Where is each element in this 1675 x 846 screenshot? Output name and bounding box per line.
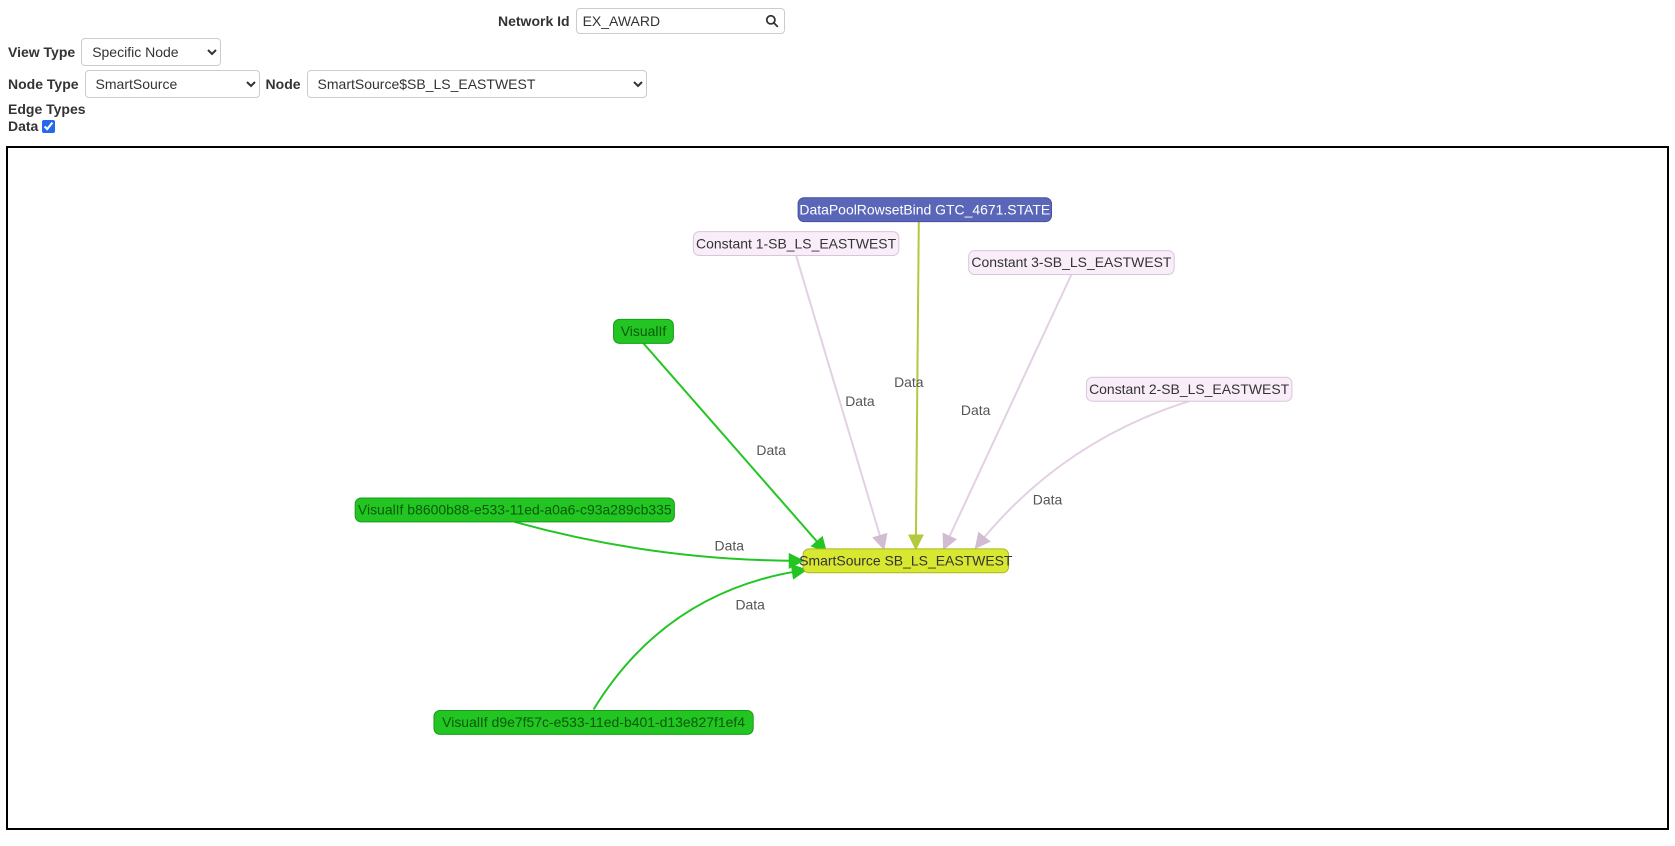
edge-types-label: Edge Types (8, 102, 1667, 117)
data-checkbox[interactable] (42, 120, 55, 133)
graph-edge (515, 522, 803, 561)
graph-node-const3[interactable]: Constant 3-SB_LS_EASTWEST (969, 251, 1175, 275)
edge-types-row: Edge Types Data (8, 102, 1667, 136)
node-label: Node (266, 76, 301, 92)
node-select[interactable]: SmartSource$SB_LS_EASTWEST (307, 70, 647, 98)
graph-edge (594, 570, 806, 710)
graph-svg: Data Data Data Data Data Data Data DataPoolRow… (8, 148, 1667, 828)
graph-node-const2[interactable]: Constant 2-SB_LS_EASTWEST (1086, 378, 1292, 402)
edge-label: Data (1033, 492, 1063, 508)
data-checkbox-label: Data (8, 119, 38, 134)
graph-node-visualif1[interactable]: VisualIf b8600b88-e533-11ed-a0a6-c93a289… (355, 498, 674, 522)
node-row: Node Type SmartSource Node SmartSource$S… (8, 70, 1667, 98)
node-type-select[interactable]: SmartSource (85, 70, 260, 98)
view-type-label: View Type (8, 44, 75, 60)
network-row: Network Id (8, 8, 1667, 34)
graph-node-visualif2[interactable]: VisualIf d9e7f57c-e533-11ed-b401-d13e827… (434, 711, 753, 735)
edge-label: Data (961, 402, 991, 418)
graph-node-visualif[interactable]: VisualIf (614, 320, 674, 344)
network-id-group (576, 8, 785, 34)
node-type-label: Node Type (8, 76, 79, 92)
edge-label: Data (735, 597, 765, 613)
edge-label: Data (894, 374, 924, 390)
graph-node-const1[interactable]: Constant 1-SB_LS_EASTWEST (693, 232, 899, 256)
network-id-label: Network Id (498, 13, 570, 29)
edge-label: Data (756, 442, 786, 458)
graph-edge (976, 402, 1189, 549)
view-type-select[interactable]: Specific Node (81, 38, 221, 66)
edge-label: Data (715, 538, 745, 554)
graph-canvas[interactable]: Data Data Data Data Data Data Data DataPoolRow… (6, 146, 1669, 830)
viewtype-row: View Type Specific Node (8, 38, 1667, 66)
network-id-input[interactable] (576, 8, 785, 34)
edge-label: Data (845, 393, 875, 409)
controls-panel: Network Id View Type Specific Node Node … (0, 0, 1675, 140)
graph-node-datapool[interactable]: DataPoolRowsetBind GTC_4671.STATE (798, 198, 1051, 222)
graph-node-smartsource[interactable]: SmartSource SB_LS_EASTWEST (799, 549, 1013, 573)
